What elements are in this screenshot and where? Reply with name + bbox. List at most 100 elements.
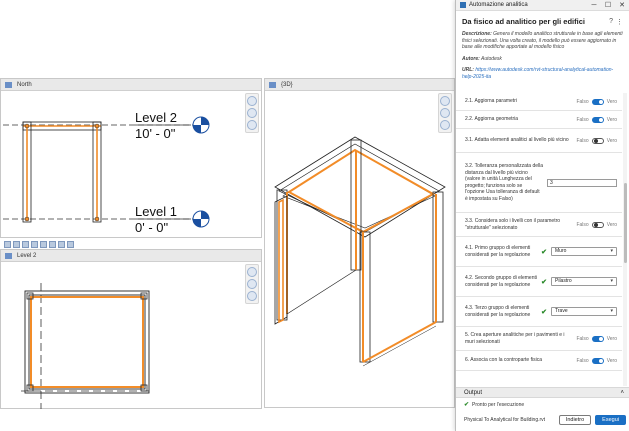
tolerance-input[interactable]: 3 xyxy=(547,178,617,187)
dialog-window-title: Automazione analitica xyxy=(469,2,528,8)
toggle-false-label: Falso xyxy=(576,98,589,105)
3d-view-title[interactable]: {3D} xyxy=(265,79,454,91)
scrollbar-thumb[interactable] xyxy=(623,183,627,263)
view-tab-icon xyxy=(5,253,12,259)
zoom-icon[interactable] xyxy=(440,108,450,118)
3d-view[interactable]: {3D} xyxy=(264,78,455,408)
param-row-3-3: 3.3. Considera solo i livelli con il par… xyxy=(456,213,622,237)
structural-levels-toggle[interactable] xyxy=(591,221,604,228)
output-panel-header[interactable]: Output ˄ xyxy=(456,387,629,398)
help-icon[interactable]: ? xyxy=(609,18,613,25)
adapt-to-level-toggle[interactable] xyxy=(591,137,604,144)
chevron-down-icon: ▾ xyxy=(610,308,613,314)
param-label: 2.2. Aggiorna geometria xyxy=(465,116,519,123)
level-2-name: Level 2 xyxy=(135,110,177,125)
author-label: Autore: xyxy=(462,55,480,62)
param-label: 2.1. Aggiorna parametri xyxy=(465,98,517,105)
toggle-false-label: Falso xyxy=(576,335,589,342)
associate-physical-toggle[interactable] xyxy=(591,357,604,364)
param-row-3-1: 3.1. Adatta elementi analitici al livell… xyxy=(456,129,622,153)
toggle-true-label: Vero xyxy=(606,137,617,144)
reveal-hidden-icon[interactable] xyxy=(67,240,74,248)
param-row-5: 5. Crea aperture analitiche per i pavime… xyxy=(456,327,622,351)
model-file-name: Physical To Analytical for Building.rvt xyxy=(464,417,546,423)
maximize-icon[interactable]: ☐ xyxy=(601,1,615,9)
check-icon: ✔ xyxy=(541,278,547,286)
more-options-icon[interactable]: ⋮ xyxy=(616,18,623,26)
automation-title: Da fisico ad analitico per gli edifici xyxy=(462,17,585,26)
visual-style-icon[interactable] xyxy=(22,240,29,248)
toggle-true-label: Vero xyxy=(606,98,617,105)
level-1-elevation: 0' - 0" xyxy=(135,220,168,235)
dialog-header: Da fisico ad analitico per gli edifici ?… xyxy=(456,11,629,80)
toggle-true-label: Vero xyxy=(606,221,617,228)
elevation-view[interactable]: North Level 2 10' - 0" Level 1 0' - 0" xyxy=(0,78,262,238)
elevation-navigation-bar[interactable] xyxy=(245,93,259,133)
parameter-list[interactable]: 2.1. Aggiorna parametri Falso Vero 2.2. … xyxy=(456,93,622,386)
plan-view-title[interactable]: Level 2 xyxy=(1,250,261,262)
crop-view-icon[interactable] xyxy=(49,240,56,248)
create-openings-toggle[interactable] xyxy=(591,335,604,342)
url-line: URL: https://www.autodesk.com/rvt-struct… xyxy=(462,67,623,80)
update-parameters-toggle[interactable] xyxy=(591,98,604,105)
pan-icon[interactable] xyxy=(247,120,257,130)
steering-wheel-icon[interactable] xyxy=(247,267,257,277)
elevation-view-title-text: North xyxy=(17,82,32,88)
param-label: 3.2. Tolleranza personalizzata della dis… xyxy=(465,163,544,202)
toggle-false-label: Falso xyxy=(576,137,589,144)
shadows-icon[interactable] xyxy=(40,240,47,248)
3d-view-title-text: {3D} xyxy=(281,82,293,88)
elevation-drawing[interactable]: Level 2 10' - 0" Level 1 0' - 0" xyxy=(1,92,263,238)
back-button[interactable]: Indietro xyxy=(558,415,592,425)
level-1-head-icon[interactable] xyxy=(192,210,210,228)
3d-drawing[interactable] xyxy=(265,92,456,408)
pan-icon[interactable] xyxy=(247,291,257,301)
url-label: URL: xyxy=(462,67,474,74)
view-tab-icon xyxy=(269,82,276,88)
param-row-4-2: 4.2. Secondo gruppo di elementi consider… xyxy=(456,267,622,297)
chevron-down-icon: ▾ xyxy=(610,278,613,284)
param-label: 5. Crea aperture analitiche per i pavime… xyxy=(465,332,565,345)
sun-path-icon[interactable] xyxy=(31,240,38,248)
steering-wheel-icon[interactable] xyxy=(440,96,450,106)
second-group-select[interactable]: Pilastro ▾ xyxy=(551,277,617,286)
plan-drawing[interactable] xyxy=(1,263,263,409)
author-line: Autore: Autodesk xyxy=(462,56,623,63)
param-row-4-3: 4.3. Terzo gruppo di elementi considerat… xyxy=(456,297,622,327)
output-label: Output xyxy=(464,390,483,396)
plan-view[interactable]: Level 2 xyxy=(0,249,262,409)
param-label: 3.3. Considera solo i livelli con il par… xyxy=(465,218,561,231)
help-url-link[interactable]: https://www.autodesk.com/rvt-structural-… xyxy=(462,67,613,80)
status-line: ✔ Pronto per l'esecuzione xyxy=(464,401,525,409)
run-button[interactable]: Esegui xyxy=(595,415,626,425)
close-icon[interactable]: ✕ xyxy=(615,1,629,9)
detail-level-icon[interactable] xyxy=(13,240,20,248)
chevron-up-icon: ˄ xyxy=(620,390,624,396)
third-group-select[interactable]: Trave ▾ xyxy=(551,307,617,316)
zoom-icon[interactable] xyxy=(247,279,257,289)
param-label: 4.3. Terzo gruppo di elementi considerat… xyxy=(465,305,531,318)
dialog-titlebar[interactable]: Automazione analitica ─ ☐ ✕ xyxy=(456,0,629,11)
description-label: Descrizione: xyxy=(462,31,492,37)
param-label: 4.2. Secondo gruppo di elementi consider… xyxy=(465,275,537,288)
3d-navigation-bar[interactable] xyxy=(438,93,452,133)
elevation-view-title[interactable]: North xyxy=(1,79,261,91)
minimize-icon[interactable]: ─ xyxy=(587,2,601,9)
toggle-false-label: Falso xyxy=(576,221,589,228)
steering-wheel-icon[interactable] xyxy=(247,96,257,106)
toggle-false-label: Falso xyxy=(576,357,589,364)
update-geometry-toggle[interactable] xyxy=(591,116,604,123)
zoom-icon[interactable] xyxy=(247,108,257,118)
param-row-3-2: 3.2. Tolleranza personalizzata della dis… xyxy=(456,153,622,213)
first-group-select[interactable]: Muro ▾ xyxy=(551,247,617,256)
level-2-head-icon[interactable] xyxy=(192,116,210,134)
view-control-bar[interactable] xyxy=(4,239,74,249)
param-row-4-1: 4.1. Primo gruppo di elementi considerat… xyxy=(456,237,622,267)
status-text: Pronto per l'esecuzione xyxy=(472,401,525,408)
pan-icon[interactable] xyxy=(440,120,450,130)
scale-icon[interactable] xyxy=(4,240,11,248)
parameter-list-scrollbar[interactable] xyxy=(623,93,627,386)
hide-isolate-icon[interactable] xyxy=(58,240,65,248)
app-icon xyxy=(460,2,466,8)
plan-navigation-bar[interactable] xyxy=(245,264,259,304)
